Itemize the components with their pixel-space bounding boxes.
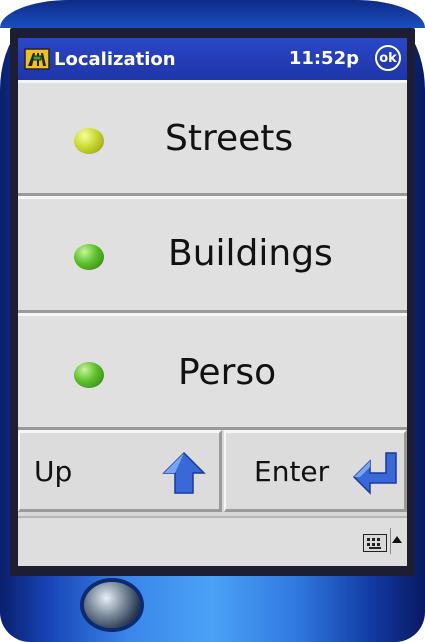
up-button[interactable]: Up [18, 430, 222, 512]
caret-up-icon[interactable] [392, 536, 402, 543]
device-screen: Localization 11:52p ok Streets Buildings… [18, 38, 407, 566]
yellow-bullet-icon [74, 128, 104, 154]
status-divider [390, 528, 391, 554]
enter-arrow-icon [352, 452, 397, 495]
ok-button[interactable]: ok [375, 45, 401, 71]
app-title: Localization [54, 48, 176, 70]
map-sign-icon[interactable] [24, 46, 50, 72]
menu-item-buildings[interactable]: Buildings [18, 196, 407, 313]
menu-item-streets[interactable]: Streets [18, 80, 407, 196]
title-bar: Localization 11:52p ok [18, 38, 407, 80]
menu-item-label: Perso [178, 352, 277, 393]
enter-button[interactable]: Enter [224, 430, 407, 512]
clock[interactable]: 11:52p [289, 48, 359, 69]
keyboard-icon[interactable] [363, 534, 387, 552]
menu-item-label: Buildings [168, 233, 333, 274]
menu-item-perso[interactable]: Perso [18, 313, 407, 430]
enter-button-label: Enter [254, 455, 330, 488]
up-arrow-icon [162, 451, 206, 494]
up-button-label: Up [34, 455, 73, 488]
status-bar [18, 516, 407, 566]
green-bullet-icon [74, 362, 104, 388]
hardware-nav-button[interactable] [84, 582, 140, 628]
green-bullet-icon [74, 244, 104, 270]
menu-item-label: Streets [165, 118, 294, 159]
